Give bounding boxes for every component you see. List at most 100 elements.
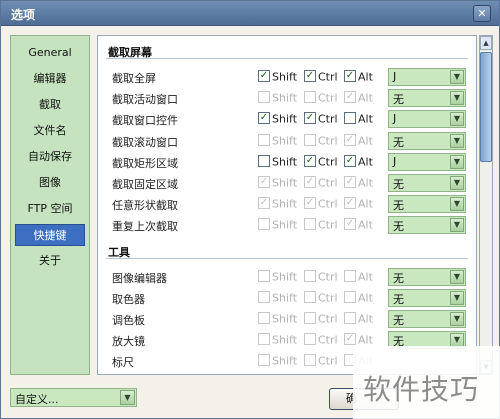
sidebar-item[interactable]: 快捷键: [15, 224, 85, 246]
sidebar-item[interactable]: 编辑器: [15, 68, 85, 90]
shift-checkbox[interactable]: ✓ Shift: [258, 112, 297, 126]
scroll-thumb[interactable]: [480, 52, 492, 162]
chevron-down-icon[interactable]: ▼: [450, 218, 464, 233]
alt-label: Alt: [358, 91, 373, 105]
ctrl-label: Ctrl: [318, 176, 338, 190]
shift-checkbox[interactable]: Shift: [258, 154, 297, 169]
chevron-down-icon[interactable]: ▼: [450, 176, 464, 190]
ctrl-label: Ctrl: [318, 218, 338, 232]
shift-checkbox: Shift: [258, 133, 297, 148]
panel-scrollbar[interactable]: ▲ ▼: [479, 35, 493, 375]
alt-label: Alt: [358, 270, 373, 284]
checkbox-box: [304, 218, 316, 231]
shift-checkbox: Shift: [258, 269, 298, 284]
shift-checkbox[interactable]: ✓ Shift: [258, 70, 297, 84]
chevron-down-icon[interactable]: ▼: [120, 390, 135, 405]
hotkey-row-label: 截取滚动窗口: [112, 135, 178, 149]
hotkey-key-value: J: [393, 112, 397, 126]
checkmark-icon: ✓: [304, 154, 316, 167]
sidebar-item[interactable]: 文件名: [15, 120, 85, 142]
chevron-down-icon[interactable]: ▼: [450, 91, 464, 106]
scroll-up-arrow-icon[interactable]: ▲: [480, 36, 492, 50]
sidebar-item[interactable]: 截取: [15, 94, 85, 116]
hotkey-key-select[interactable]: 无 ▼: [388, 310, 466, 328]
checkmark-icon: ✓: [344, 133, 356, 146]
sidebar-item[interactable]: 关于: [15, 250, 85, 272]
checkmark-icon: ✓: [344, 154, 356, 167]
checkbox-box: [258, 333, 270, 346]
alt-checkbox[interactable]: ✓ Alt: [344, 154, 373, 169]
options-dialog: 选项 ✕ General 编辑器截取文件名自动保存图像 FTP 空间 快捷键关于 截取…: [0, 0, 500, 419]
hotkey-key-value: J: [393, 154, 397, 168]
chevron-down-icon[interactable]: ▼: [450, 133, 464, 148]
ctrl-checkbox[interactable]: ✓ Ctrl: [304, 154, 338, 169]
section-divider: [106, 257, 468, 259]
chevron-down-icon[interactable]: ▼: [450, 269, 464, 284]
checkbox-box: [304, 354, 316, 367]
sidebar-item[interactable]: General: [15, 42, 85, 64]
checkbox-box: [258, 354, 270, 367]
chevron-down-icon[interactable]: ▼: [450, 197, 464, 212]
chevron-down-icon[interactable]: ▼: [450, 70, 464, 84]
checkbox-box: [304, 290, 316, 303]
shift-label: Shift: [272, 197, 298, 211]
hotkey-key-select[interactable]: J ▼: [388, 110, 466, 129]
hotkey-row-label: 取色器: [112, 292, 145, 306]
hotkey-key-select[interactable]: 无 ▼: [388, 267, 466, 286]
hotkey-key-select[interactable]: 无 ▼: [388, 216, 466, 235]
hotkey-row-label: 截取固定区域: [112, 178, 178, 191]
checkmark-icon: ✓: [304, 197, 316, 210]
alt-checkbox[interactable]: ✓ Alt: [344, 70, 373, 84]
checkbox-box: [304, 133, 316, 146]
chevron-down-icon[interactable]: ▼: [450, 112, 464, 127]
alt-label: Alt: [358, 312, 373, 326]
sidebar-item[interactable]: 图像: [15, 172, 85, 194]
hotkey-key-select[interactable]: 无 ▼: [388, 131, 466, 150]
shift-label: Shift: [272, 333, 298, 347]
alt-checkbox: ✓ Alt: [344, 133, 373, 148]
checkmark-icon: ✓: [258, 112, 270, 125]
sidebar-item[interactable]: 自动保存: [15, 146, 85, 168]
hotkey-key-value: J: [393, 70, 397, 83]
alt-label: Alt: [358, 291, 373, 305]
chevron-down-icon[interactable]: ▼: [450, 312, 464, 326]
close-icon: ✕: [477, 7, 487, 20]
checkmark-icon: ✓: [344, 176, 356, 188]
shift-checkbox: Shift: [258, 354, 297, 368]
alt-label: Alt: [358, 218, 373, 232]
hotkey-row-label: 标尺: [112, 356, 134, 370]
hotkey-key-value: 无: [393, 199, 404, 213]
hotkey-row-label: 图像编辑器: [112, 271, 167, 285]
hotkey-key-select[interactable]: 无 ▼: [388, 174, 466, 192]
alt-label: Alt: [358, 112, 373, 126]
ctrl-checkbox[interactable]: ✓ Ctrl: [304, 70, 338, 84]
ctrl-label: Ctrl: [318, 291, 338, 305]
checkmark-icon: ✓: [304, 112, 316, 125]
hotkey-row-label: 重复上次截取: [112, 220, 178, 234]
hotkey-key-select[interactable]: 无 ▼: [388, 288, 466, 307]
ctrl-checkbox: Ctrl: [304, 269, 338, 284]
chevron-down-icon[interactable]: ▼: [450, 154, 464, 169]
checkbox-box: [258, 218, 270, 231]
ctrl-checkbox[interactable]: ✓ Ctrl: [304, 112, 338, 126]
checkmark-icon: ✓: [344, 333, 356, 346]
hotkey-key-select[interactable]: J ▼: [388, 68, 466, 86]
preset-select[interactable]: 自定义... ▼: [10, 388, 137, 407]
ctrl-label: Ctrl: [318, 155, 338, 169]
checkbox-box: [304, 312, 316, 324]
hotkey-key-select[interactable]: 无 ▼: [388, 195, 466, 214]
sidebar-item[interactable]: FTP 空间: [15, 198, 85, 220]
shift-checkbox: ✓ Shift: [258, 176, 297, 190]
hotkey-row-label: 截取矩形区域: [112, 156, 178, 170]
hotkey-key-select[interactable]: J ▼: [388, 152, 466, 171]
ctrl-label: Ctrl: [318, 312, 338, 326]
alt-checkbox[interactable]: Alt: [344, 112, 373, 126]
shift-checkbox: Shift: [258, 218, 297, 232]
ctrl-checkbox: Ctrl: [304, 91, 338, 105]
title-bar[interactable]: 选项 ✕: [1, 1, 499, 26]
close-button[interactable]: ✕: [473, 5, 491, 22]
hotkey-key-select[interactable]: 无 ▼: [388, 89, 466, 108]
chevron-down-icon[interactable]: ▼: [450, 290, 464, 305]
alt-label: Alt: [358, 70, 373, 84]
shift-label: Shift: [272, 270, 298, 284]
